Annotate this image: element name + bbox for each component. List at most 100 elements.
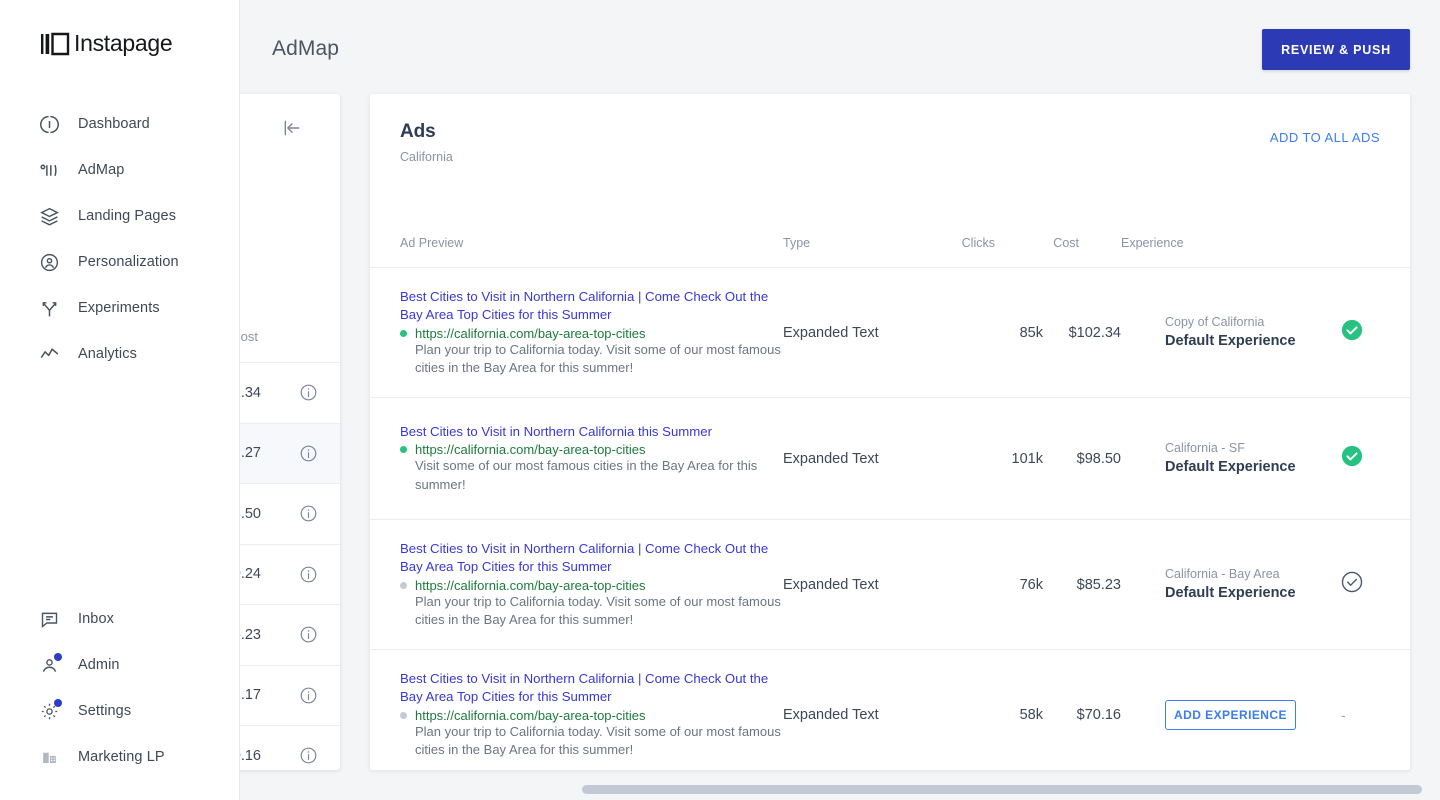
ad-type: Expanded Text <box>783 707 959 723</box>
person-circle-icon <box>38 251 60 273</box>
sidebar-item-label: AdMap <box>78 162 124 178</box>
check-circle-filled-icon[interactable] <box>1341 445 1363 472</box>
person-icon <box>38 654 60 676</box>
sidebar-item-dashboard[interactable]: Dashboard <box>0 101 239 147</box>
sidebar-item-settings[interactable]: Settings <box>0 688 239 734</box>
ads-table-rows: Best Cities to Visit in Northern Califor… <box>370 267 1410 779</box>
info-icon[interactable] <box>299 625 318 644</box>
column-header-type: Type <box>783 236 810 250</box>
ad-status-dot-icon <box>400 712 407 719</box>
ad-type: Expanded Text <box>783 577 959 593</box>
horizontal-scrollbar[interactable] <box>582 785 1422 794</box>
ads-panel-title: Ads <box>400 121 436 143</box>
info-icon[interactable] <box>299 383 318 402</box>
branch-icon <box>38 297 60 319</box>
page-title: AdMap <box>272 37 339 61</box>
experience-name: Default Experience <box>1165 458 1317 477</box>
ad-url[interactable]: https://california.com/bay-area-top-citi… <box>415 442 645 457</box>
experience-name: Default Experience <box>1165 584 1317 603</box>
ad-clicks: 58k <box>959 707 1043 723</box>
sidebar-item-landing-pages[interactable]: Landing Pages <box>0 193 239 239</box>
info-icon[interactable] <box>299 686 318 705</box>
ad-description: Plan your trip to California today. Visi… <box>400 341 783 378</box>
ad-cost: $102.34 <box>1043 325 1121 341</box>
ads-panel: Ads California ADD TO ALL ADS Ad Preview… <box>370 94 1410 770</box>
brand-name: Instapage <box>74 30 172 57</box>
notification-badge <box>54 653 62 661</box>
experience-status-cell <box>1317 445 1390 472</box>
collapse-panel-icon[interactable] <box>280 116 304 140</box>
sidebar-item-marketing-lp[interactable]: Marketing LP <box>0 734 239 780</box>
table-row[interactable]: Best Cities to Visit in Northern Califor… <box>370 649 1410 779</box>
ad-cost: $98.50 <box>1043 451 1121 467</box>
ad-type: Expanded Text <box>783 451 959 467</box>
experience-group: California - Bay Area <box>1165 566 1317 583</box>
ad-headline[interactable]: Best Cities to Visit in Northern Califor… <box>400 540 783 577</box>
sidebar-item-label: Experiments <box>78 300 160 316</box>
experience-cell: California - SFDefault Experience <box>1121 440 1317 477</box>
check-circle-filled-icon[interactable] <box>1341 319 1363 346</box>
info-icon[interactable] <box>299 565 318 584</box>
status-placeholder: - <box>1341 707 1346 723</box>
ad-clicks: 101k <box>959 451 1043 467</box>
sidebar-item-label: Landing Pages <box>78 208 176 224</box>
ad-preview-cell: Best Cities to Visit in Northern Califor… <box>400 670 783 760</box>
info-icon[interactable] <box>299 746 318 765</box>
info-icon[interactable] <box>299 504 318 523</box>
ad-url[interactable]: https://california.com/bay-area-top-citi… <box>415 578 645 593</box>
add-to-all-ads-button[interactable]: ADD TO ALL ADS <box>1270 130 1380 145</box>
check-circle-outline-icon[interactable] <box>1341 571 1363 598</box>
column-header-experience: Experience <box>1121 236 1184 250</box>
sidebar-item-label: Analytics <box>78 346 137 362</box>
info-icon[interactable] <box>299 444 318 463</box>
experience-cell: ADD EXPERIENCE <box>1121 700 1317 730</box>
ad-headline[interactable]: Best Cities to Visit in Northern Califor… <box>400 423 783 442</box>
ads-panel-subtitle: California <box>400 150 453 164</box>
ad-url-line: https://california.com/bay-area-top-citi… <box>400 442 783 457</box>
ad-url-line: https://california.com/bay-area-top-citi… <box>400 326 783 341</box>
experience-status-cell: - <box>1317 707 1390 723</box>
chart-line-icon <box>38 343 60 365</box>
admap-icon <box>38 159 60 181</box>
ad-status-dot-icon <box>400 446 407 453</box>
ad-headline[interactable]: Best Cities to Visit in Northern Califor… <box>400 288 783 325</box>
table-row[interactable]: Best Cities to Visit in Northern Califor… <box>370 397 1410 519</box>
ad-headline[interactable]: Best Cities to Visit in Northern Califor… <box>400 670 783 707</box>
table-row[interactable]: Best Cities to Visit in Northern Califor… <box>370 519 1410 649</box>
ad-url-line: https://california.com/bay-area-top-citi… <box>400 578 783 593</box>
column-header-clicks: Clicks <box>959 236 995 250</box>
sidebar-item-admap[interactable]: AdMap <box>0 147 239 193</box>
sidebar-item-experiments[interactable]: Experiments <box>0 285 239 331</box>
experience-status-cell <box>1317 571 1390 598</box>
ad-cost: $70.16 <box>1043 707 1121 723</box>
logo[interactable]: Instapage <box>0 0 239 57</box>
ad-url[interactable]: https://california.com/bay-area-top-citi… <box>415 326 645 341</box>
experience-group: Copy of California <box>1165 314 1317 331</box>
sidebar-item-admin[interactable]: Admin <box>0 642 239 688</box>
sidebar-item-analytics[interactable]: Analytics <box>0 331 239 377</box>
experience-status-cell <box>1317 319 1390 346</box>
sidebar-item-inbox[interactable]: Inbox <box>0 596 239 642</box>
experience-cell: Copy of CaliforniaDefault Experience <box>1121 314 1317 351</box>
page-header: AdMap REVIEW & PUSH <box>240 0 1440 86</box>
ad-preview-cell: Best Cities to Visit in Northern Califor… <box>400 423 783 495</box>
experience-cell: California - Bay AreaDefault Experience <box>1121 566 1317 603</box>
ad-clicks: 76k <box>959 577 1043 593</box>
ad-url[interactable]: https://california.com/bay-area-top-citi… <box>415 708 645 723</box>
table-row[interactable]: Best Cities to Visit in Northern Califor… <box>370 267 1410 397</box>
message-icon <box>38 608 60 630</box>
notification-badge <box>54 699 62 707</box>
sidebar: Instapage Dashboard AdMap <box>0 0 240 800</box>
sidebar-item-label: Inbox <box>78 611 114 627</box>
instapage-logo-icon <box>40 31 70 57</box>
ad-description: Plan your trip to California today. Visi… <box>400 593 783 630</box>
sidebar-nav-main: Dashboard AdMap Landing Pages <box>0 101 239 377</box>
sidebar-item-personalization[interactable]: Personalization <box>0 239 239 285</box>
ad-status-dot-icon <box>400 330 407 337</box>
sidebar-item-label: Personalization <box>78 254 179 270</box>
ad-status-dot-icon <box>400 582 407 589</box>
sidebar-item-label: Admin <box>78 657 120 673</box>
add-experience-button[interactable]: ADD EXPERIENCE <box>1165 700 1296 730</box>
review-and-push-button[interactable]: REVIEW & PUSH <box>1262 29 1410 70</box>
ad-url-line: https://california.com/bay-area-top-citi… <box>400 708 783 723</box>
